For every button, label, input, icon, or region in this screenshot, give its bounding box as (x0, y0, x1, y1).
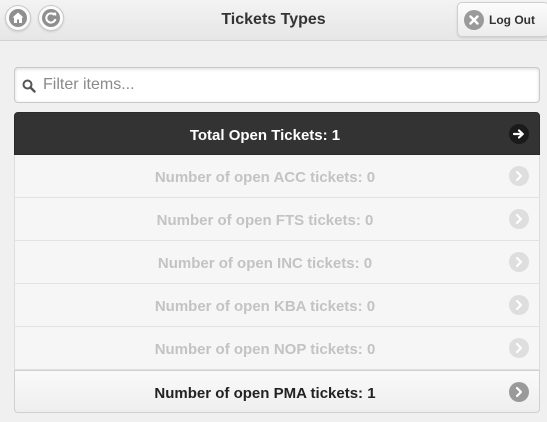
arrow-right-icon (509, 382, 529, 402)
arrow-right-icon (509, 252, 529, 272)
filter-field[interactable] (14, 67, 540, 103)
list-item-nop[interactable]: Number of open NOP tickets: 0 (14, 327, 540, 370)
arrow-right-icon (509, 338, 529, 358)
close-icon (464, 10, 484, 30)
ticket-types-list: Total Open Tickets: 1 Number of open ACC… (14, 112, 540, 413)
arrow-right-icon (509, 209, 529, 229)
list-item-label: Number of open KBA tickets: 0 (154, 298, 376, 315)
logout-label: Log Out (489, 13, 535, 27)
arrow-right-icon (509, 166, 529, 186)
list-item-pma[interactable]: Number of open PMA tickets: 1 (14, 370, 540, 413)
list-item-label: Number of open ACC tickets: 0 (154, 169, 376, 186)
filter-input[interactable] (43, 73, 523, 97)
list-item-label: Number of open NOP tickets: 0 (154, 341, 376, 358)
arrow-right-icon (509, 295, 529, 315)
list-item-label: Number of open PMA tickets: 1 (154, 385, 376, 402)
header-bar: Tickets Types Log Out (0, 0, 547, 41)
total-open-tickets-label: Total Open Tickets: 1 (189, 127, 341, 144)
search-icon (22, 79, 36, 93)
list-item-label: Number of open FTS tickets: 0 (156, 212, 374, 229)
arrow-right-icon (509, 124, 529, 144)
list-item-inc[interactable]: Number of open INC tickets: 0 (14, 241, 540, 284)
list-item-kba[interactable]: Number of open KBA tickets: 0 (14, 284, 540, 327)
list-item-acc[interactable]: Number of open ACC tickets: 0 (14, 155, 540, 198)
list-item-fts[interactable]: Number of open FTS tickets: 0 (14, 198, 540, 241)
total-open-tickets-row[interactable]: Total Open Tickets: 1 (14, 112, 540, 155)
list-item-label: Number of open INC tickets: 0 (157, 255, 373, 272)
logout-button[interactable]: Log Out (457, 2, 547, 37)
